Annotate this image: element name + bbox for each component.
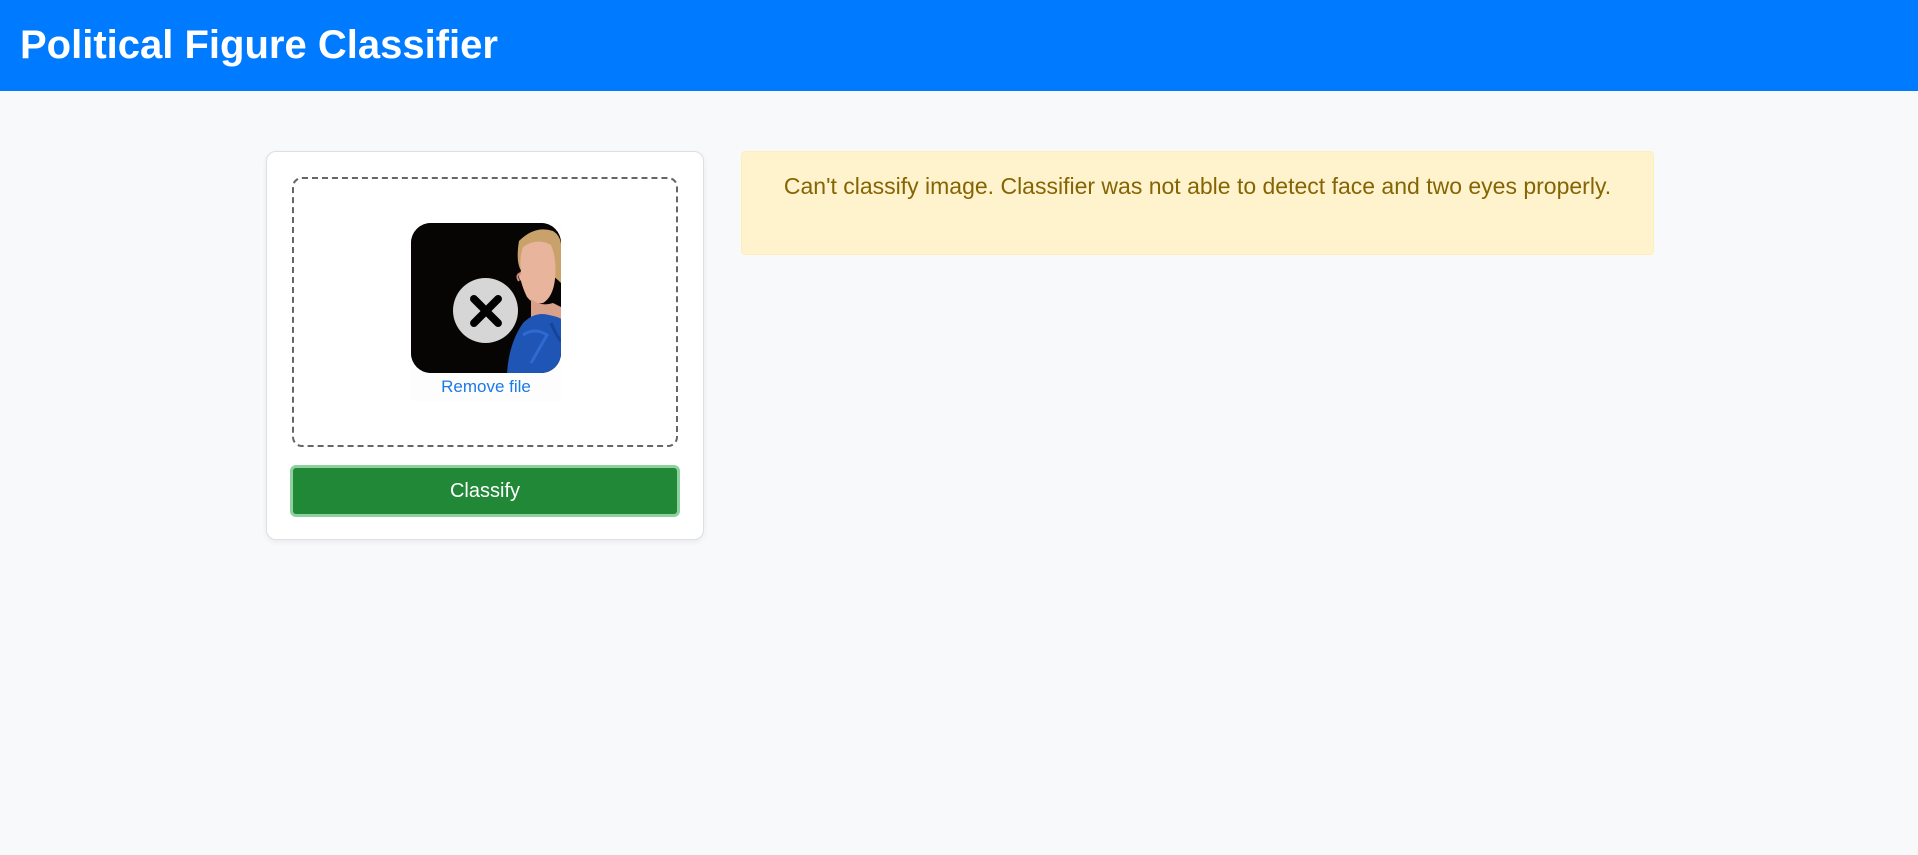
app-header: Political Figure Classifier bbox=[0, 0, 1918, 91]
warning-alert: Can't classify image. Classifier was not… bbox=[741, 151, 1654, 255]
error-x-icon bbox=[453, 278, 518, 343]
image-thumbnail bbox=[411, 223, 561, 373]
file-preview: Remove file bbox=[411, 223, 561, 401]
page-title: Political Figure Classifier bbox=[20, 23, 498, 67]
classify-button[interactable]: Classify bbox=[290, 465, 680, 517]
upload-card: Remove file Classify bbox=[266, 151, 704, 540]
alert-message: Can't classify image. Classifier was not… bbox=[783, 173, 1612, 199]
remove-file-link[interactable]: Remove file bbox=[411, 375, 561, 399]
file-dropzone[interactable]: Remove file bbox=[292, 177, 678, 447]
